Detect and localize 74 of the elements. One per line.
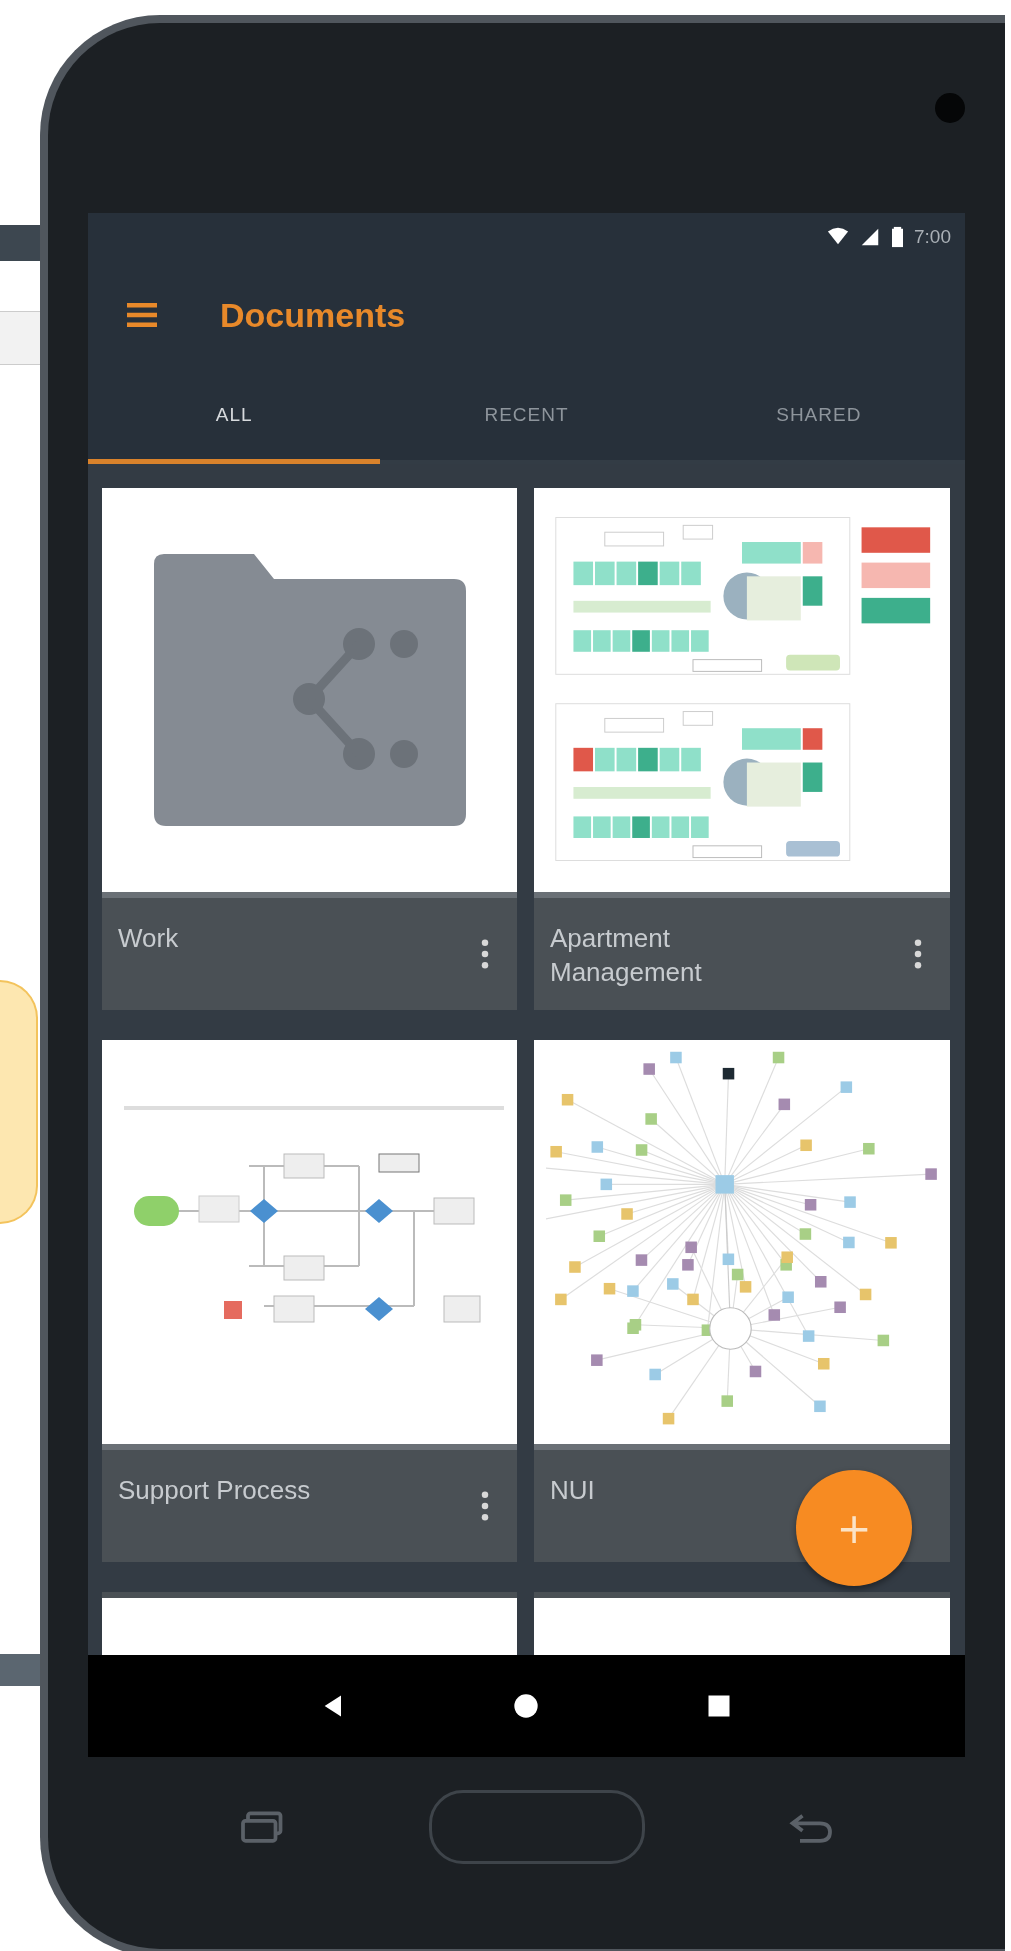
graph-node — [600, 1178, 613, 1191]
graph-node — [772, 1051, 785, 1064]
tab[interactable]: SHARED — [672, 370, 965, 464]
graph-node — [749, 1365, 762, 1378]
graph-node — [593, 1230, 606, 1242]
graph-node — [814, 1400, 826, 1413]
app-title: Documents — [220, 295, 406, 335]
document-title: Support Process — [118, 1474, 312, 1507]
graph-node — [670, 1051, 682, 1064]
graph-node — [863, 1142, 875, 1155]
graph-node — [555, 1293, 567, 1306]
document-card[interactable] — [534, 1592, 950, 1655]
document-title: NUI — [550, 1474, 596, 1507]
graph-node — [682, 1259, 694, 1271]
graph-node — [840, 1081, 853, 1093]
graph-node — [643, 1063, 655, 1075]
more-options-icon[interactable] — [481, 1491, 489, 1521]
graph-node — [877, 1334, 890, 1347]
battery-icon — [891, 225, 904, 248]
document-card[interactable] — [102, 1592, 517, 1655]
background-field — [0, 311, 40, 365]
more-options-icon[interactable] — [914, 939, 922, 969]
graph-node — [667, 1278, 679, 1290]
graph-node — [662, 1412, 675, 1425]
graph-node — [885, 1237, 897, 1249]
home-icon[interactable] — [512, 1692, 541, 1720]
graph-hub-node — [709, 1307, 752, 1350]
graph-node — [649, 1368, 661, 1381]
document-card[interactable]: Support Process — [102, 1040, 517, 1562]
graph-node — [621, 1208, 633, 1220]
graph-node — [685, 1241, 697, 1254]
graph-node — [739, 1281, 752, 1293]
status-time: 7:00 — [914, 225, 951, 248]
background-header-bar — [0, 225, 40, 261]
graph-node — [722, 1253, 735, 1266]
graph-node — [799, 1228, 812, 1240]
graph-node — [645, 1113, 657, 1125]
graph-node — [561, 1093, 574, 1106]
graph-node — [844, 1196, 856, 1208]
graph-node — [635, 1144, 648, 1156]
graph-node — [627, 1285, 639, 1297]
tab[interactable]: RECENT — [380, 370, 673, 464]
graph-node — [834, 1301, 846, 1313]
graph-node — [818, 1358, 830, 1370]
graph-node — [687, 1293, 699, 1306]
document-card[interactable]: Apartment Management — [534, 488, 950, 1010]
graph-node — [781, 1251, 793, 1263]
graph-node — [815, 1276, 827, 1288]
graph-node — [591, 1141, 604, 1153]
graph-node — [722, 1067, 735, 1080]
document-title: Work — [118, 922, 180, 955]
graph-node — [802, 1330, 815, 1342]
graph-node — [603, 1282, 616, 1295]
graph-node — [721, 1395, 733, 1407]
document-card[interactable]: Work — [102, 488, 517, 1010]
graph-node — [804, 1199, 817, 1211]
graph-node — [559, 1194, 572, 1206]
graph-node — [778, 1098, 791, 1111]
camera-icon — [935, 93, 965, 123]
graph-node — [731, 1268, 744, 1281]
graph-node — [800, 1139, 812, 1152]
graph-hub-node — [715, 1175, 734, 1194]
graph-node — [550, 1145, 562, 1158]
graph-node — [768, 1309, 781, 1321]
background-footer-bar — [0, 1654, 40, 1686]
document-title: Apartment Management — [550, 922, 703, 989]
graph-node — [925, 1168, 937, 1180]
graph-node — [569, 1261, 581, 1273]
graph-node — [782, 1291, 794, 1303]
graph-node — [635, 1254, 648, 1266]
graph-node — [843, 1236, 855, 1249]
more-options-icon[interactable] — [481, 939, 489, 969]
graph-node — [859, 1288, 872, 1301]
graph-node — [591, 1354, 603, 1366]
